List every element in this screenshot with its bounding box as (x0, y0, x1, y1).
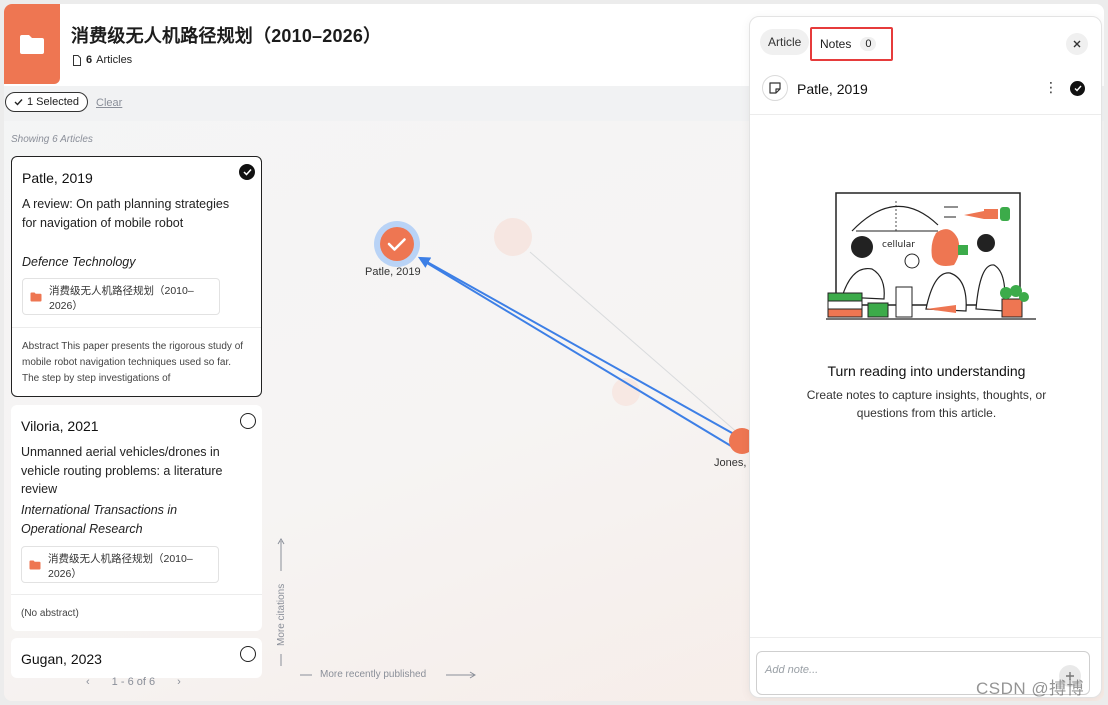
selected-check-icon[interactable] (1070, 81, 1085, 96)
folder-icon (29, 560, 41, 570)
more-options-icon[interactable]: ⋮ (1044, 80, 1058, 94)
card-divider (12, 327, 261, 328)
y-axis-label: More citations (276, 583, 287, 646)
card-journal: Defence Technology (22, 255, 136, 269)
close-icon (1073, 40, 1081, 48)
card-journal: International Transactions in Operationa… (21, 503, 178, 536)
empty-state-title: Turn reading into understanding (827, 363, 1026, 379)
app-window: 消费级无人机路径规划（2010–2026） 6 Articles 1 Selec… (4, 4, 1104, 701)
collection-chip[interactable]: 消费级无人机路径规划（2010–2026） (21, 546, 219, 583)
check-icon (242, 168, 252, 176)
card-select-checkbox[interactable] (240, 413, 256, 429)
card-abstract: Abstract This paper presents the rigorou… (22, 341, 244, 384)
card-title: Unmanned aerial vehicles/drones in vehic… (21, 445, 223, 496)
illustration-board-text: cellular (882, 240, 915, 250)
citation-edge (421, 259, 742, 453)
empty-state-description: Create notes to capture insights, though… (806, 388, 1047, 420)
card-select-checkbox[interactable] (239, 164, 255, 180)
collection-chip-label: 消费级无人机路径规划（2010–2026） (48, 553, 193, 580)
card-author-year: Patle, 2019 (22, 170, 93, 186)
citation-edge (417, 256, 742, 439)
article-card[interactable]: Gugan, 2023 (11, 638, 262, 678)
panel-article-name: Patle, 2019 (797, 81, 868, 97)
pagination: ‹ 1 - 6 of 6 › (86, 676, 181, 688)
card-title: A review: On path planning strategies fo… (22, 197, 230, 230)
scientists-illustration: cellular (826, 192, 1036, 320)
next-page-button[interactable]: › (177, 676, 181, 688)
notes-panel: Article Notes 0 Patle, 2019 ⋮ cellular T… (749, 16, 1102, 698)
check-icon (1074, 85, 1082, 92)
article-card[interactable]: Viloria, 2021 Unmanned aerial vehicles/d… (11, 405, 262, 631)
tab-notes[interactable]: Notes 0 (810, 27, 893, 61)
page-range: 1 - 6 of 6 (111, 676, 156, 688)
graph-node-selected[interactable] (380, 227, 414, 261)
close-panel-button[interactable] (1066, 33, 1088, 55)
collection-chip[interactable]: 消费级无人机路径规划（2010–2026） (22, 278, 220, 315)
card-abstract: (No abstract) (21, 608, 79, 619)
graph-node-faint[interactable] (494, 218, 532, 256)
card-author-year: Gugan, 2023 (21, 651, 102, 667)
article-card[interactable]: Patle, 2019 A review: On path planning s… (11, 156, 262, 397)
sticky-note-icon (769, 82, 781, 94)
watermark: CSDN @搏博 (976, 679, 1085, 698)
node-label-selected: Patle, 2019 (365, 266, 421, 278)
collection-chip-label: 消费级无人机路径规划（2010–2026） (49, 285, 194, 312)
card-divider (11, 594, 262, 595)
notes-count-badge: 0 (860, 37, 877, 51)
card-author-year: Viloria, 2021 (21, 418, 99, 434)
card-select-checkbox[interactable] (240, 646, 256, 662)
x-axis-label: More recently published (320, 669, 427, 680)
prev-page-button[interactable]: ‹ (86, 676, 90, 688)
showing-label: Showing 6 Articles (11, 134, 93, 145)
tab-notes-label: Notes (820, 37, 852, 51)
note-icon-wrap (762, 75, 788, 101)
node-label-jones: Jones, (714, 457, 747, 469)
panel-article-row: Patle, 2019 ⋮ (750, 71, 1101, 115)
panel-divider (750, 637, 1101, 638)
tab-article[interactable]: Article (760, 29, 810, 55)
folder-icon (30, 292, 42, 302)
